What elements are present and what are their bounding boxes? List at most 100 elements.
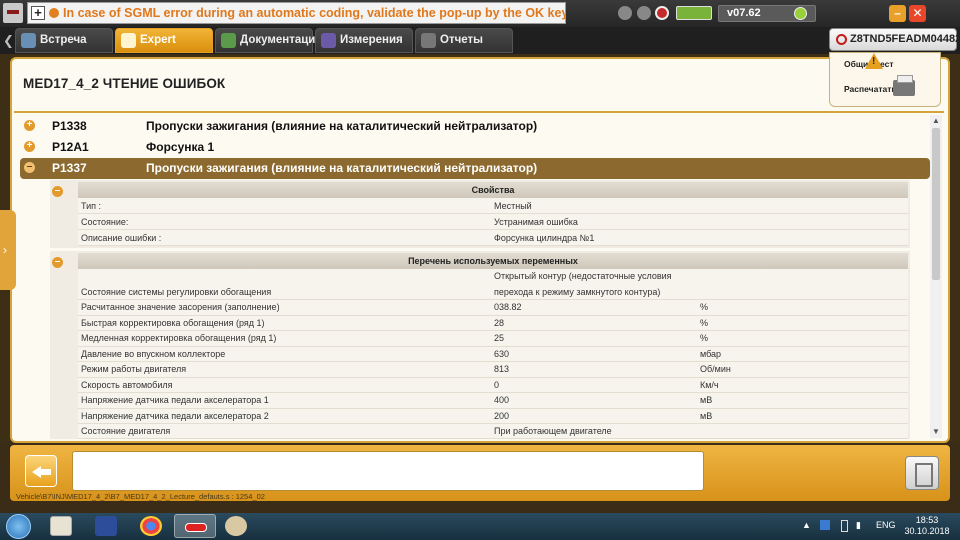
variables-table: Состояние системы регулировки обогащения… <box>78 269 908 439</box>
variable-value: 813 <box>494 364 510 374</box>
start-button[interactable] <box>6 514 31 539</box>
vin-box[interactable]: Z8TND5FEADM044821 <box>829 28 960 51</box>
side-popup: Общий тест Распечатать <box>829 52 941 107</box>
variable-label: Расчитанное значение засорения (заполнен… <box>81 302 280 312</box>
tab-documentation[interactable]: Документация <box>215 28 322 53</box>
tab-meeting[interactable]: Встреча <box>15 28 113 53</box>
expand-icon[interactable]: + <box>24 120 35 131</box>
fault-row[interactable]: + P1338 Пропуски зажигания (влияние на к… <box>20 116 930 136</box>
info-icon[interactable] <box>637 6 651 20</box>
collapse-icon[interactable]: – <box>52 257 63 268</box>
side-handle[interactable]: › <box>0 210 16 290</box>
status-ok-icon <box>794 7 807 20</box>
collapse-icon[interactable]: – <box>52 186 63 197</box>
variable-value: При работающем двигателе <box>494 426 612 436</box>
clock-date: 30.10.2018 <box>904 526 950 536</box>
diagbox-taskbar-button[interactable] <box>174 514 216 538</box>
taskbar: ▲ ▮ ENG 18:53 30.10.2018 <box>0 513 960 540</box>
fault-row-selected[interactable]: – P1337 Пропуски зажигания (влияние на к… <box>20 158 930 179</box>
variable-label: Медленная корректировка обогащения (ряд … <box>81 333 277 343</box>
save-icon[interactable] <box>95 516 117 536</box>
chevron-left-icon[interactable]: ❮ <box>3 33 14 49</box>
property-value: Устранимая ошибка <box>494 217 578 227</box>
expand-icon[interactable]: + <box>24 141 35 152</box>
power-icon <box>836 34 847 45</box>
fault-description: Форсунка 1 <box>146 140 215 154</box>
vin-label: Z8TND5FEADM044821 <box>850 33 960 45</box>
variable-value: 25 <box>494 333 505 343</box>
expand-icon[interactable]: + <box>31 6 45 20</box>
page-title: MED17_4_2 ЧТЕНИЕ ОШИБОК <box>23 76 226 91</box>
trash-button[interactable] <box>905 456 939 490</box>
fault-code: P1337 <box>52 161 87 175</box>
property-value: Местный <box>494 201 532 211</box>
tab-measurements[interactable]: Измерения <box>315 28 413 53</box>
variable-label: Напряжение датчика педали акселератора 1 <box>81 395 269 405</box>
tab-reports[interactable]: Отчеты <box>415 28 513 53</box>
variable-unit: мбар <box>700 349 722 359</box>
variable-unit: % <box>700 333 709 343</box>
minimize-button[interactable]: – <box>889 5 906 22</box>
tab-label: Встреча <box>40 34 87 46</box>
fault-code: P12A1 <box>52 140 89 154</box>
variable-unit: мВ <box>700 411 713 421</box>
variable-value: 28 <box>494 318 505 328</box>
message-box <box>72 451 704 491</box>
print-button[interactable]: Распечатать <box>844 84 897 94</box>
version-label: v07.62 <box>727 7 761 19</box>
notice-text: In case of SGML error during an automati… <box>63 6 565 20</box>
measurements-icon <box>321 33 336 48</box>
tray-arrow-icon[interactable]: ▲ <box>802 520 811 530</box>
table-row: Напряжение датчика педали акселератора 1… <box>78 393 908 409</box>
network-tray-icon[interactable] <box>820 520 830 530</box>
variable-label: Напряжение датчика педали акселератора 2 <box>81 411 269 421</box>
table-row: Тип : Местный <box>78 198 908 214</box>
tab-bar: ❮ Встреча Expert Документация Измерения … <box>0 27 960 54</box>
property-label: Состояние: <box>81 217 129 227</box>
record-icon[interactable] <box>655 6 669 20</box>
table-row: Медленная корректировка обогащения (ряд … <box>78 331 908 347</box>
title-bar: + In case of SGML error during an automat… <box>0 0 960 27</box>
chrome-icon[interactable] <box>140 516 162 536</box>
tab-expert[interactable]: Expert <box>115 28 213 53</box>
media-player-icon[interactable] <box>50 516 72 536</box>
collapse-icon[interactable]: – <box>24 162 35 173</box>
app-logo <box>3 3 23 23</box>
fault-description: Пропуски зажигания (влияние на каталитич… <box>146 161 538 175</box>
table-row: Напряжение датчика педали акселератора 2… <box>78 409 908 424</box>
variable-label: Быстрая корректировка обогащения (ряд 1) <box>81 318 265 328</box>
tab-label: Измерения <box>340 34 403 46</box>
scroll-down-icon[interactable]: ▼ <box>930 426 942 438</box>
variables-header: Перечень используемых переменных <box>78 253 908 269</box>
fault-row[interactable]: + P12A1 Форсунка 1 <box>20 137 930 157</box>
table-row: Состояние: Устранимая ошибка <box>78 214 908 230</box>
vertical-scrollbar[interactable]: ▲ ▼ <box>930 115 942 438</box>
paint-icon[interactable] <box>225 516 247 536</box>
back-button[interactable] <box>25 455 57 487</box>
scroll-thumb[interactable] <box>932 128 940 280</box>
script-path: Vehicle\B7\INJ\MED17_4_2\B7_MED17_4_2_Le… <box>16 492 265 501</box>
table-row: Режим работы двигателя 813 Об/мин <box>78 362 908 378</box>
variable-label: Скорость автомобиля <box>81 380 173 390</box>
battery-tray-icon[interactable] <box>841 520 848 532</box>
scroll-up-icon[interactable]: ▲ <box>930 115 942 127</box>
variable-label: Состояние системы регулировки обогащения <box>81 287 272 297</box>
variable-unit: % <box>700 302 709 312</box>
close-button[interactable]: ✕ <box>909 5 926 22</box>
meeting-icon <box>21 33 36 48</box>
settings-icon[interactable] <box>618 6 632 20</box>
fault-code: P1338 <box>52 119 87 133</box>
variable-value: перехода к режиму замкнутого контура) <box>494 287 661 297</box>
properties-header: Свойства <box>78 182 908 198</box>
variable-value: 0 <box>494 380 500 390</box>
signal-tray-icon[interactable]: ▮ <box>856 520 861 531</box>
variable-unit: Км/ч <box>700 380 719 390</box>
battery-icon <box>676 6 712 20</box>
table-row: Быстрая корректировка обогащения (ряд 1)… <box>78 316 908 331</box>
language-indicator[interactable]: ENG <box>876 520 896 530</box>
clock[interactable]: 18:53 30.10.2018 <box>898 515 956 537</box>
tab-label: Expert <box>140 34 176 46</box>
notice-banner: + In case of SGML error during an automat… <box>27 2 566 24</box>
printer-icon <box>893 75 915 96</box>
variable-value: 038.82 <box>494 302 522 312</box>
